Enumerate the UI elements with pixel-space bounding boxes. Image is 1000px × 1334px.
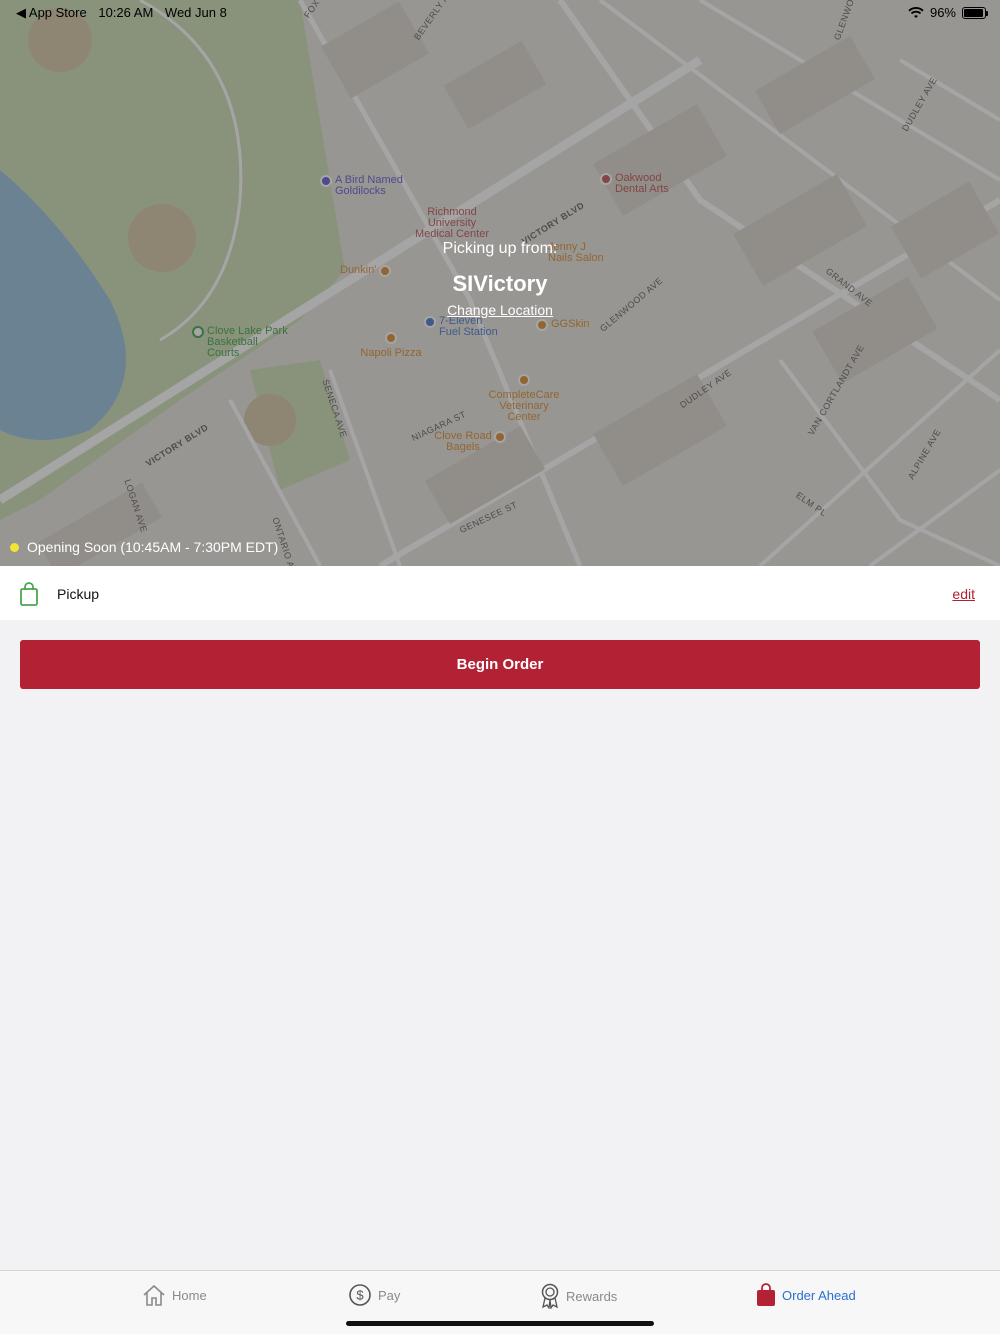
home-icon [143,1284,165,1306]
tab-home[interactable]: Home [142,1283,207,1307]
wifi-icon [908,6,924,18]
tab-rewards-label: Rewards [566,1288,618,1304]
back-to-app-store[interactable]: ◀ App Store [16,5,87,20]
pickup-method-label: Pickup [57,586,100,602]
change-location-label[interactable]: Change Location [447,302,553,318]
tab-order-ahead[interactable]: Order Ahead [756,1283,856,1307]
picking-up-label: Picking up from: [442,240,558,257]
store-hours: Opening Soon (10:45AM - 7:30PM EDT) [10,539,278,555]
begin-order-button[interactable]: Begin Order [20,640,980,689]
home-indicator[interactable] [346,1321,654,1326]
battery-percent: 96% [929,5,956,20]
change-location-link[interactable]: Change Location [0,302,1000,318]
status-time: 10:26 AM [98,5,154,20]
tab-pay-label: Pay [378,1287,401,1303]
status-dot-icon [10,542,19,552]
status-date: Wed Jun 8 [164,5,227,20]
svg-text:$: $ [356,1288,364,1303]
store-name: SIVictory [452,271,548,296]
tab-home-label: Home [172,1287,207,1303]
tab-order-ahead-label: Order Ahead [782,1287,856,1303]
shopping-bag-icon [20,582,38,606]
pickup-method-row: Pickup edit [0,566,1000,620]
status-bar: ◀ App Store 10:26 AM Wed Jun 8 96% [0,0,1000,24]
tab-pay[interactable]: $ Pay [348,1283,400,1307]
battery-icon [962,6,988,19]
store-hours-text: Opening Soon (10:45AM - 7:30PM EDT) [27,539,279,555]
begin-order-label: Begin Order [456,656,544,673]
bag-icon [757,1283,775,1306]
award-icon [541,1283,559,1309]
edit-pickup-link[interactable]: edit [952,586,975,602]
tab-rewards[interactable]: Rewards [540,1283,617,1309]
dollar-icon: $ [349,1284,371,1306]
